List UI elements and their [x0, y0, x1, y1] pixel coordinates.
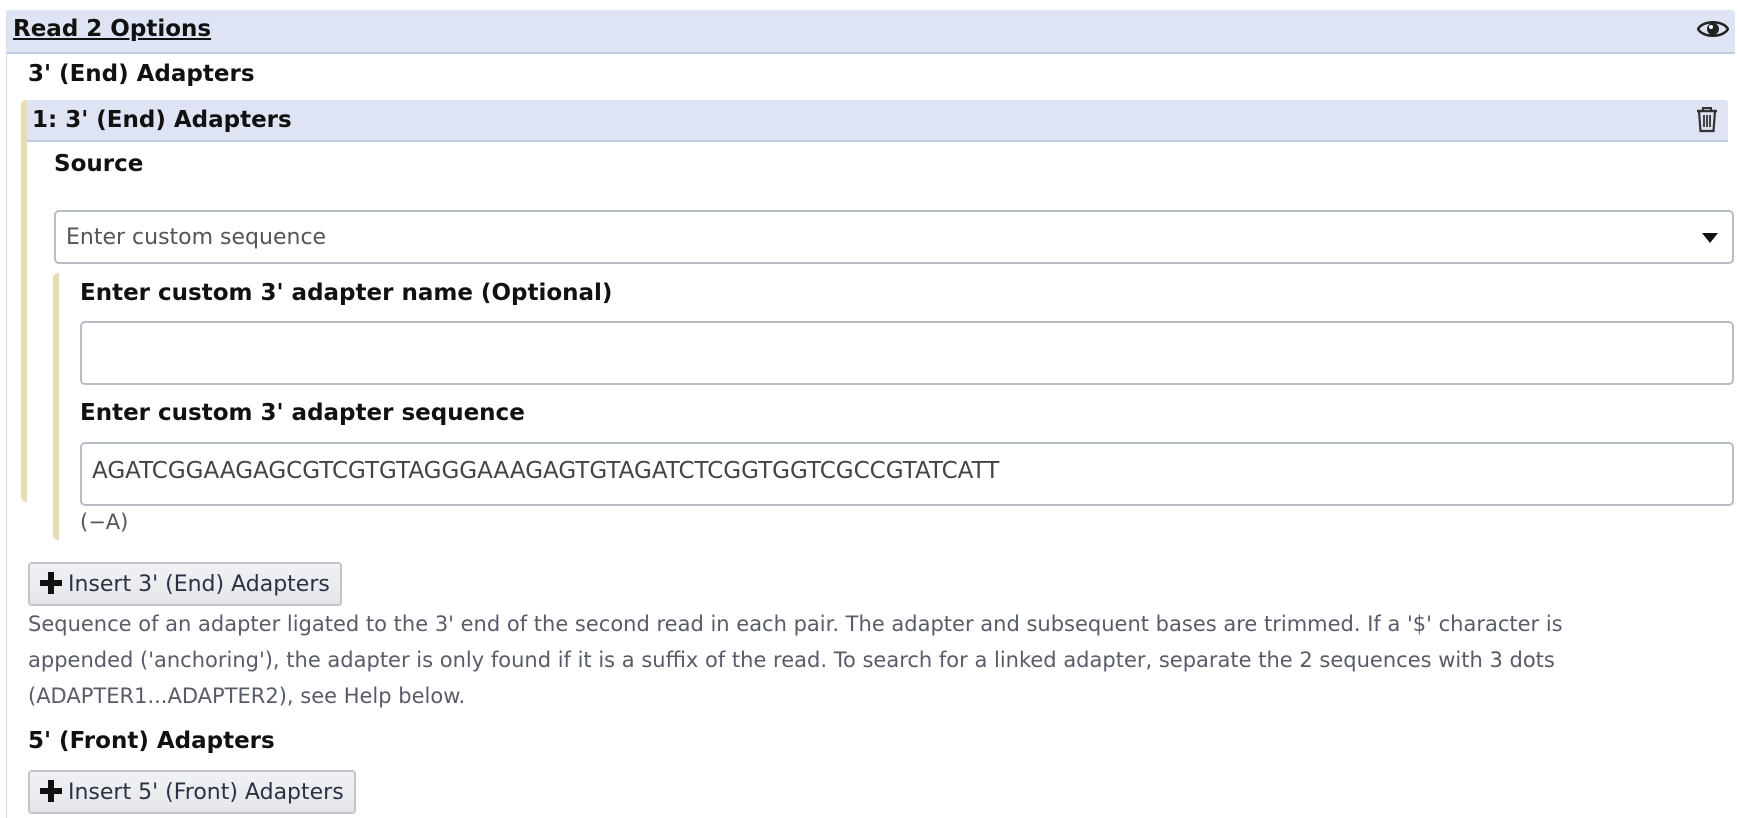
- adapter-sequence-input[interactable]: AGATCGGAAGAGCGTCGTGTAGGGAAAGAGTGTAGATCTC…: [80, 442, 1734, 506]
- repeat-header: 1: 3' (End) Adapters: [27, 100, 1728, 142]
- insert-3prime-adapter-button[interactable]: Insert 3' (End) Adapters: [28, 562, 342, 606]
- section-header[interactable]: Read 2 Options: [7, 10, 1735, 54]
- adapter-name-label: Enter custom 3' adapter name (Optional): [80, 280, 613, 306]
- trash-icon[interactable]: [1695, 105, 1719, 133]
- adapters5-label: 5' (Front) Adapters: [28, 728, 275, 754]
- plus-icon: [40, 780, 62, 802]
- help-line: (ADAPTER1...ADAPTER2), see Help below.: [28, 684, 466, 708]
- adapter-name-input[interactable]: [80, 321, 1734, 385]
- help-line: appended ('anchoring'), the adapter is o…: [28, 648, 1555, 672]
- insert-5prime-label: Insert 5' (Front) Adapters: [68, 780, 344, 805]
- adapter-sequence-label: Enter custom 3' adapter sequence: [80, 400, 525, 426]
- sequence-note: (−A): [80, 510, 129, 534]
- insert-3prime-label: Insert 3' (End) Adapters: [68, 572, 330, 597]
- section-title[interactable]: Read 2 Options: [13, 16, 211, 42]
- help-line: Sequence of an adapter ligated to the 3'…: [28, 612, 1563, 636]
- caret-down-icon[interactable]: [1702, 233, 1718, 243]
- eye-icon[interactable]: [1697, 16, 1729, 42]
- repeat-title: 1: 3' (End) Adapters: [32, 107, 292, 133]
- plus-icon: [40, 572, 62, 594]
- insert-5prime-adapter-button[interactable]: Insert 5' (Front) Adapters: [28, 770, 356, 814]
- source-label: Source: [54, 151, 144, 177]
- adapters3-help-text: Sequence of an adapter ligated to the 3'…: [28, 606, 1734, 714]
- source-select-value: Enter custom sequence: [66, 225, 327, 250]
- adapters3-label: 3' (End) Adapters: [28, 61, 255, 87]
- source-select[interactable]: Enter custom sequence: [54, 210, 1734, 264]
